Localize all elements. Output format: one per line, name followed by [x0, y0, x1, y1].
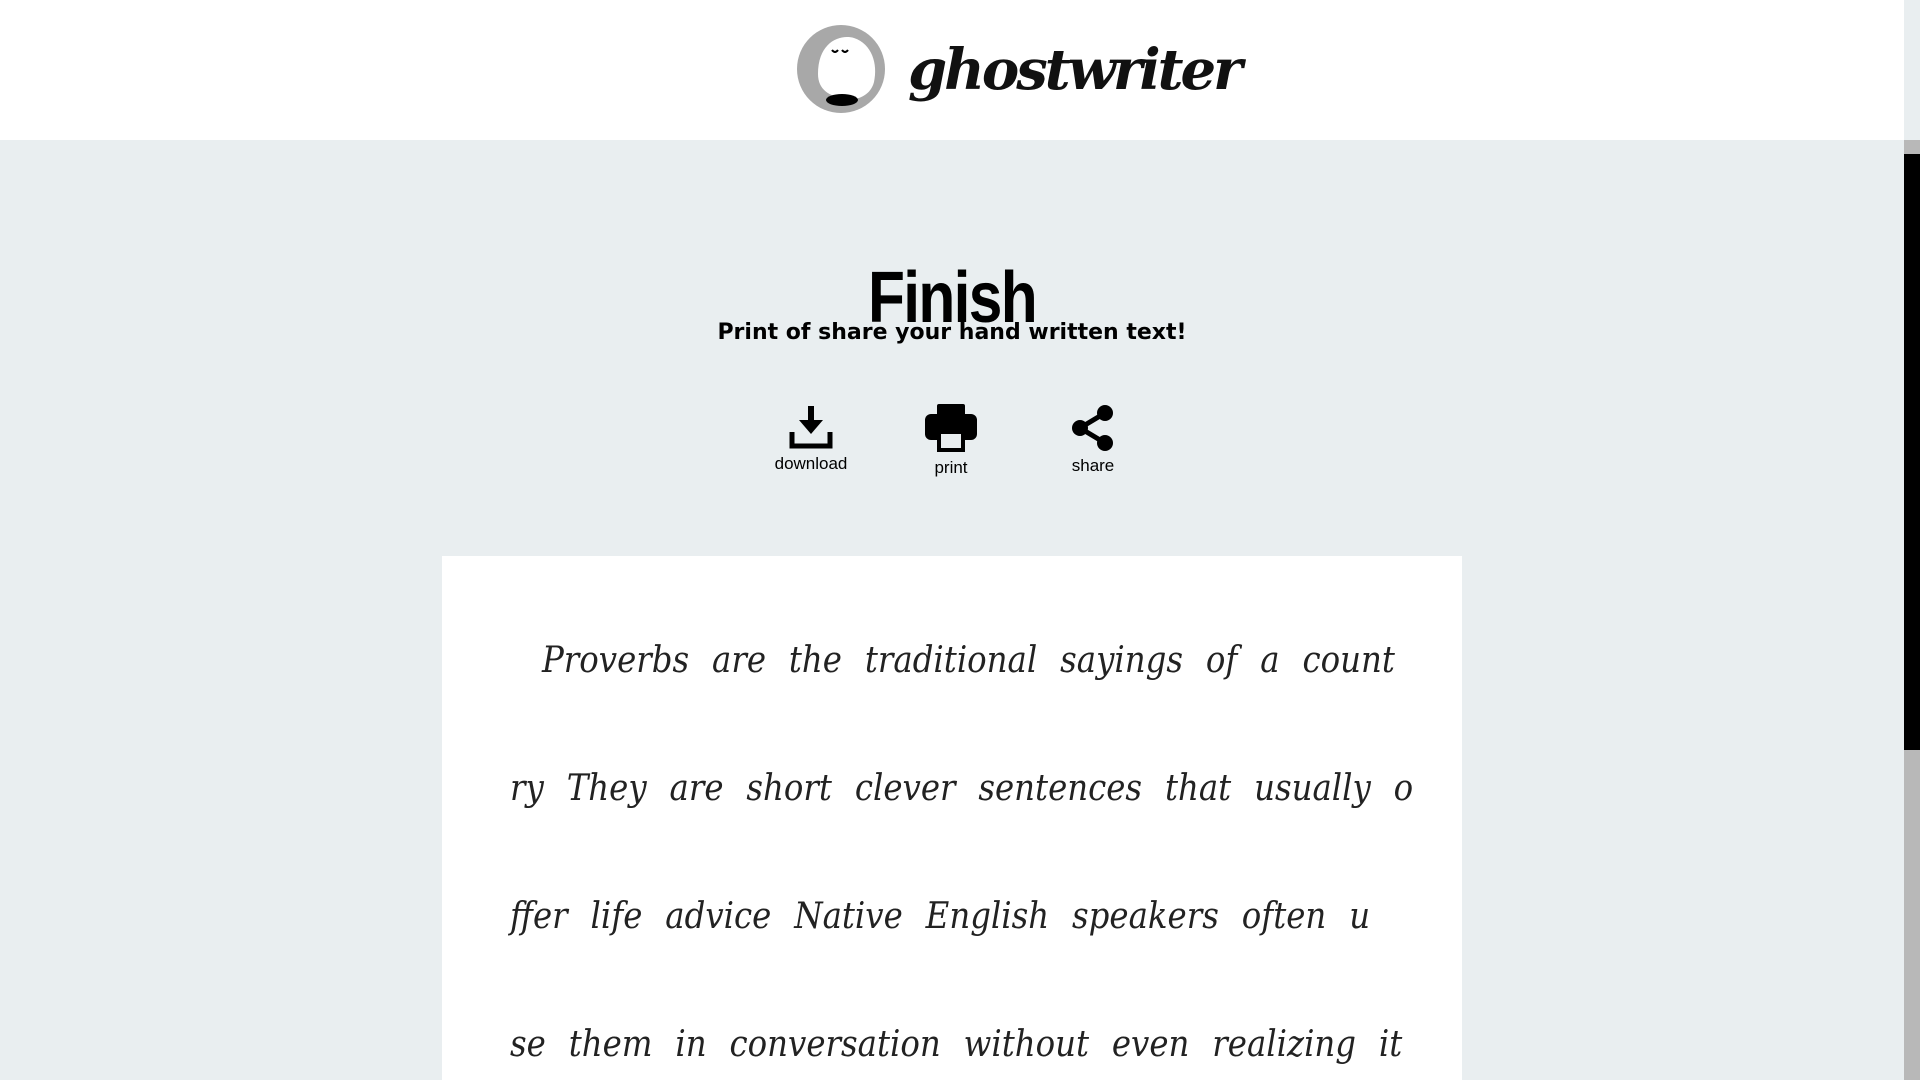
share-label: share: [1071, 456, 1115, 475]
scrollbar-thumb[interactable]: [1904, 154, 1920, 750]
share-icon: [1072, 405, 1113, 451]
home-logo-link[interactable]: ghostwriter: [796, 22, 1243, 118]
handwritten-line: se them in conversation without even rea…: [510, 1024, 1403, 1065]
handwritten-line: Proverbs are the traditional sayings of …: [542, 640, 1395, 681]
ghost-icon: [797, 25, 885, 113]
download-icon: [789, 406, 833, 449]
share-button[interactable]: share: [1033, 404, 1153, 476]
download-button[interactable]: download: [751, 404, 871, 474]
site-header: ghostwriter: [0, 0, 1904, 140]
download-label: download: [774, 454, 848, 473]
print-label: print: [934, 458, 968, 477]
print-button[interactable]: print: [891, 404, 1011, 478]
printer-icon: [925, 404, 977, 452]
handwritten-line: ffer life advice Native English speakers…: [510, 896, 1371, 937]
handwritten-line: ry They are short clever sentences that …: [510, 768, 1414, 809]
page-scrollbar[interactable]: [1904, 140, 1920, 1080]
page-subtitle: Print of share your hand written text!: [717, 320, 1187, 345]
handwritten-paper: Proverbs are the traditional sayings of …: [442, 556, 1462, 1080]
brand-name: ghostwriter: [908, 37, 1243, 103]
